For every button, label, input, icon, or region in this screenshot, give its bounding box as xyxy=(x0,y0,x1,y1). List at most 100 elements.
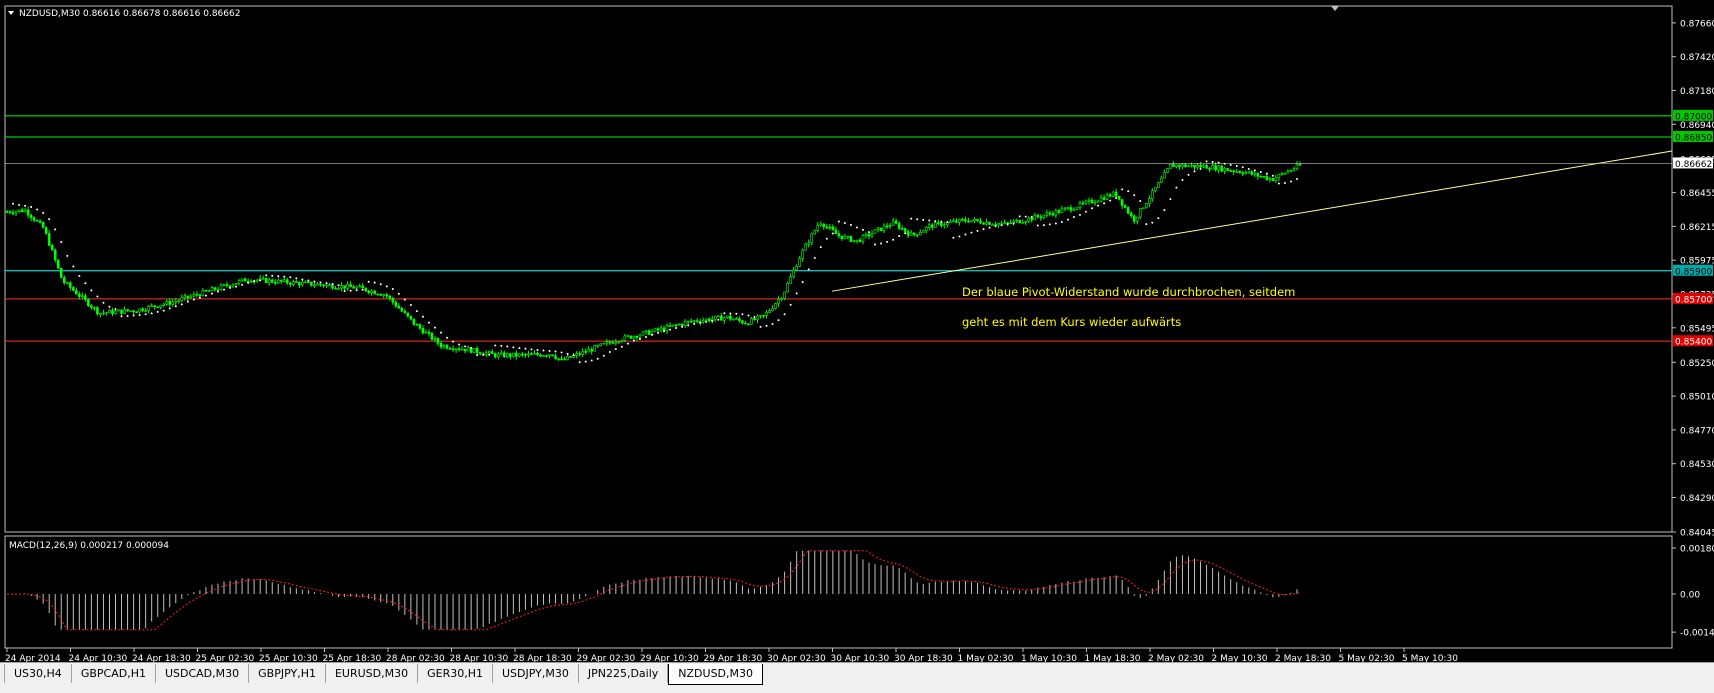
candle-body xyxy=(448,348,452,350)
candle-body xyxy=(1187,165,1190,168)
candle-body xyxy=(819,223,823,226)
time-axis-label: 24 Apr 2014 xyxy=(5,654,61,662)
candle-body xyxy=(1021,222,1025,224)
psar-dot xyxy=(1006,223,1009,226)
chart-tab-ger30-h1[interactable]: GER30,H1 xyxy=(418,664,493,683)
psar-dot xyxy=(168,307,171,310)
candle-body xyxy=(704,318,708,321)
chart-tab-us30-h4[interactable]: US30,H4 xyxy=(4,664,72,683)
candle-body xyxy=(587,349,590,353)
candle-body xyxy=(129,310,132,312)
chart-tab-usdjpy-m30[interactable]: USDJPY,M30 xyxy=(493,664,579,683)
psar-dot xyxy=(132,314,135,317)
psar-dot xyxy=(174,305,177,308)
candle-body xyxy=(364,287,367,292)
candle-body xyxy=(460,348,464,351)
candle-body xyxy=(279,279,283,282)
psar-dot xyxy=(114,308,117,311)
psar-dot xyxy=(482,353,485,356)
candle-body xyxy=(394,301,398,307)
candle-body xyxy=(1138,208,1142,218)
chart-tab-eurusd-m30[interactable]: EURUSD,M30 xyxy=(325,664,419,683)
candle-body xyxy=(952,220,955,223)
candle-body xyxy=(1181,164,1184,167)
psar-dot xyxy=(271,274,274,277)
candle-body xyxy=(120,309,123,314)
psar-dot xyxy=(1205,160,1208,163)
chart-canvas[interactable]: 0.876600.874200.871800.869400.866950.864… xyxy=(0,0,1714,662)
candle-body xyxy=(852,239,856,242)
chart-menu-triangle-icon xyxy=(8,11,14,15)
candle-body xyxy=(138,308,141,313)
candle-body xyxy=(322,284,325,287)
psar-dot xyxy=(102,301,105,304)
candle-body xyxy=(1202,165,1205,168)
psar-dot xyxy=(379,283,382,286)
candle-body xyxy=(701,320,705,323)
psar-dot xyxy=(90,289,93,292)
time-axis-label: 30 Apr 02:30 xyxy=(767,654,826,662)
psar-dot xyxy=(602,354,605,357)
chart-tab-gbpjpy-h1[interactable]: GBPJPY,H1 xyxy=(249,664,326,683)
candle-body xyxy=(593,345,597,352)
psar-dot xyxy=(325,282,328,285)
candle-body xyxy=(108,309,111,313)
psar-dot xyxy=(144,313,147,316)
candle-body xyxy=(1075,207,1079,210)
candle-body xyxy=(319,283,322,286)
psar-dot xyxy=(156,310,159,313)
psar-dot xyxy=(819,246,822,249)
time-axis-label: 1 May 10:30 xyxy=(1021,654,1077,662)
candle-body xyxy=(828,226,832,229)
candle-body xyxy=(1078,202,1082,209)
candle-body xyxy=(5,211,9,213)
psar-dot xyxy=(584,360,587,363)
psar-dot xyxy=(1163,209,1166,212)
candle-body xyxy=(798,258,801,267)
psar-dot xyxy=(500,344,503,347)
candle-body xyxy=(385,294,389,297)
psar-dot xyxy=(307,279,310,282)
chart-tab-nzdusd-m30[interactable]: NZDUSD,M30 xyxy=(668,664,764,685)
candle-body xyxy=(557,358,560,360)
psar-dot xyxy=(253,280,256,283)
psar-dot xyxy=(693,322,696,325)
candle-body xyxy=(1096,200,1100,203)
candle-body xyxy=(834,229,838,235)
symbol-info: NZDUSD,M30 0.86616 0.86678 0.86616 0.866… xyxy=(19,9,240,19)
psar-dot xyxy=(982,228,985,231)
candle-body xyxy=(614,341,618,344)
psar-dot xyxy=(663,330,666,333)
candle-body xyxy=(720,315,723,321)
psar-dot xyxy=(397,292,400,295)
candle-body xyxy=(412,318,416,325)
candle-body xyxy=(1265,176,1269,180)
chart-tab-jpn225-daily[interactable]: JPN225,Daily xyxy=(578,664,669,683)
candle-body xyxy=(26,209,30,216)
candle-body xyxy=(68,282,72,288)
candle-body xyxy=(695,320,699,323)
psar-dot xyxy=(572,354,575,357)
candle-body xyxy=(873,229,877,234)
candle-body xyxy=(59,267,63,278)
chart-tab-usdcad-m30[interactable]: USDCAD,M30 xyxy=(155,664,250,683)
candle-body xyxy=(1250,171,1254,175)
price-axis-label: 0.84770 xyxy=(1680,426,1714,436)
psar-dot xyxy=(874,243,877,246)
candle-body xyxy=(1009,222,1012,225)
psar-dot xyxy=(427,321,430,324)
psar-dot xyxy=(229,286,232,289)
candle-body xyxy=(192,293,196,297)
candle-body xyxy=(270,279,274,283)
candle-body xyxy=(515,352,518,357)
candle-body xyxy=(1057,210,1061,213)
candle-body xyxy=(35,220,39,222)
chart-tab-gbpcad-h1[interactable]: GBPCAD,H1 xyxy=(71,664,156,683)
psar-dot xyxy=(1259,170,1262,173)
candle-body xyxy=(361,285,364,289)
time-axis-label: 25 Apr 18:30 xyxy=(323,654,382,662)
candle-body xyxy=(1111,191,1115,197)
psar-dot xyxy=(192,298,195,301)
candle-body xyxy=(198,294,202,297)
psar-dot xyxy=(994,225,997,228)
